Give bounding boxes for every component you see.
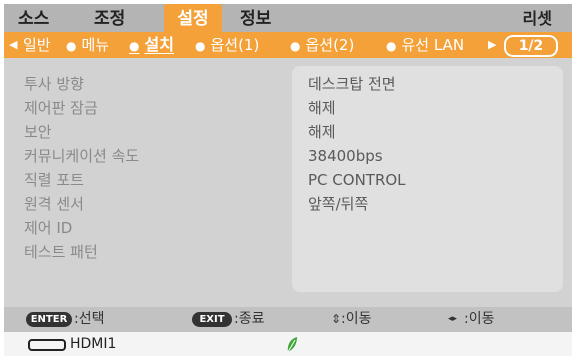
- subtab-general-label: 일반: [23, 36, 51, 54]
- setting-value-panel-lock: 해제: [308, 99, 336, 117]
- subtab-menu[interactable]: ● 메뉴: [66, 32, 109, 58]
- setting-value-remote-sensor: 앞쪽/뒤쪽: [308, 195, 369, 213]
- page-indicator: 1/2: [504, 35, 558, 57]
- enter-key-icon: ENTER: [26, 312, 72, 327]
- enter-help-text: :선택: [74, 311, 105, 327]
- projector-osd-menu: 소스 조정 설정 정보 리셋 ◀ 일반 ● 메뉴 ● 설치 ● 옵션(1) ● 옵션(2…: [4, 4, 572, 356]
- setting-value-comm-speed: 38400bps: [308, 147, 383, 165]
- subtab-options2[interactable]: ● 옵션(2): [290, 32, 354, 58]
- tab-reset[interactable]: 리셋: [523, 4, 552, 32]
- exit-key-icon: EXIT: [192, 312, 232, 327]
- setting-label-remote-sensor[interactable]: 원격 센서: [24, 194, 284, 214]
- setting-label-test-pattern[interactable]: 테스트 패턴: [24, 242, 284, 262]
- setting-value-serial-port: PC CONTROL: [308, 171, 406, 189]
- sub-tab-bar: ◀ 일반 ● 메뉴 ● 설치 ● 옵션(1) ● 옵션(2) ● 유선 LAN ▶ 1/2: [4, 32, 572, 58]
- setting-value-projection: 데스크탑 전면: [308, 75, 396, 93]
- tab-adjust[interactable]: 조정: [94, 4, 125, 32]
- subtab-installation-label: 설치: [144, 35, 174, 54]
- settings-value-panel: 데스크탑 전면 해제 해제 38400bps PC CONTROL 앞쪽/뒤쪽: [292, 66, 563, 292]
- left-right-arrow-icon: ◂▸: [448, 314, 458, 324]
- subtab-options1[interactable]: ● 옵션(1): [195, 32, 259, 58]
- input-source-name: HDMI1: [70, 336, 117, 352]
- scroll-right-icon[interactable]: ▶: [488, 32, 496, 58]
- eco-leaf-icon: [287, 337, 297, 353]
- bullet-icon: ●: [290, 39, 301, 53]
- setting-label-projection[interactable]: 투사 방향: [24, 74, 284, 94]
- setting-value-security: 해제: [308, 123, 336, 141]
- tab-setup[interactable]: 설정: [164, 4, 222, 32]
- updown-help-text: :이동: [341, 311, 372, 327]
- top-tab-bar: 소스 조정 설정 정보 리셋: [4, 4, 572, 32]
- subtab-wired-lan-label: 유선 LAN: [401, 36, 465, 54]
- setting-label-security[interactable]: 보안: [24, 122, 284, 142]
- scroll-left-icon[interactable]: ◀: [9, 32, 17, 58]
- subtab-general[interactable]: 일반: [23, 32, 51, 58]
- leftright-help-text: :이동: [464, 311, 495, 327]
- subtab-options1-label: 옵션(1): [210, 36, 260, 54]
- status-bar: HDMI1: [4, 332, 572, 356]
- setting-label-serial-port[interactable]: 직렬 포트: [24, 170, 284, 190]
- bullet-icon: ●: [129, 39, 140, 53]
- bullet-icon: ●: [386, 39, 397, 53]
- tab-source[interactable]: 소스: [18, 4, 49, 32]
- setting-label-control-id[interactable]: 제어 ID: [24, 218, 284, 238]
- bullet-icon: ●: [66, 39, 77, 53]
- subtab-installation[interactable]: ● 설치: [129, 32, 174, 58]
- setting-label-comm-speed[interactable]: 커뮤니케이션 속도: [24, 146, 284, 166]
- tab-info[interactable]: 정보: [240, 4, 271, 32]
- bullet-icon: ●: [195, 39, 206, 53]
- subtab-options2-label: 옵션(2): [305, 36, 355, 54]
- subtab-wired-lan[interactable]: ● 유선 LAN: [386, 32, 464, 58]
- up-down-arrow-icon: ⇕: [331, 312, 342, 326]
- setting-label-panel-lock[interactable]: 제어판 잠금: [24, 98, 284, 118]
- exit-help-text: :종료: [234, 311, 265, 327]
- subtab-menu-label: 메뉴: [81, 36, 110, 54]
- help-bar: ENTER :선택 EXIT :종료 ⇕ :이동 ◂▸ :이동: [4, 307, 572, 332]
- hdmi-port-icon: [28, 339, 66, 351]
